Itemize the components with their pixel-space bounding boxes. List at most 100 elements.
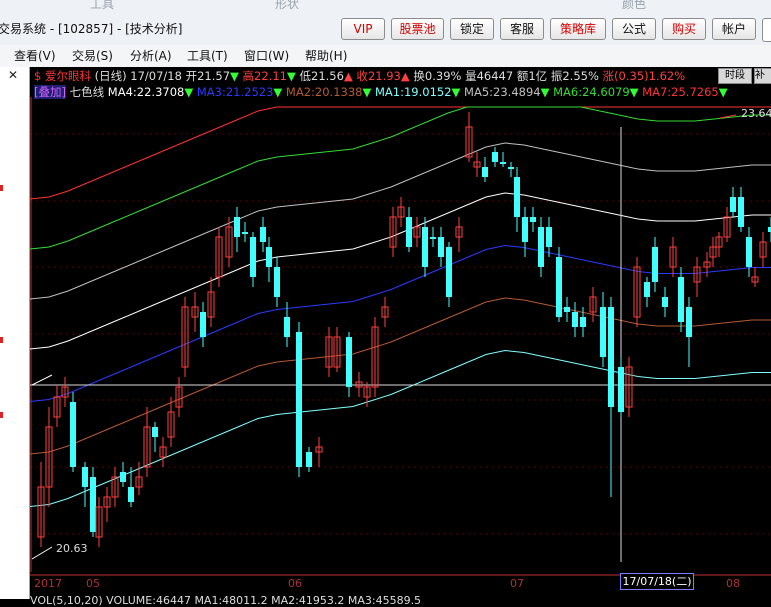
- candle-body-down: [746, 237, 752, 267]
- title-bar: 工具 形状 颜色 交易系统 - [102857] - [技术分析] VIP 股票…: [0, 0, 771, 46]
- ghost-label-color: 颜色: [622, 0, 647, 11]
- candle-body-down: [438, 237, 444, 257]
- service-button[interactable]: 客服: [500, 18, 544, 40]
- account-button[interactable]: 帐户: [712, 18, 756, 40]
- candle-body-down: [306, 452, 312, 467]
- candle-body-down: [608, 307, 614, 407]
- candle-body-down: [250, 237, 256, 277]
- candle-body-down: [430, 237, 436, 239]
- x-label-year: 2017: [34, 577, 62, 590]
- ghost-label-tools: 工具: [90, 0, 115, 11]
- menu-analysis[interactable]: 分析(A): [130, 47, 172, 64]
- time-range-button[interactable]: 时段: [718, 68, 752, 84]
- candle-body-down: [422, 227, 428, 267]
- candle-body-down: [120, 472, 126, 482]
- menu-trade[interactable]: 交易(S): [72, 47, 113, 64]
- candle-body-down: [82, 467, 88, 487]
- volume-indicator-line: VOL(5,10,20) VOLUME:46447 MA1:48011.2 MA…: [30, 594, 422, 607]
- window-title: 交易系统 - [102857] - [技术分析]: [0, 22, 183, 36]
- candle-body-down: [580, 317, 586, 327]
- buy-button[interactable]: 购买: [662, 18, 706, 40]
- candle-body-down: [284, 317, 290, 337]
- kline-chart[interactable]: $ 爱尔眼科 (日线) 17/07/18 开21.57▼ 高22.11▼ 低21…: [30, 67, 771, 607]
- ma3-value: MA3:21.2523: [196, 85, 274, 99]
- candle-body-down: [530, 217, 536, 222]
- candle-body-down: [546, 227, 552, 247]
- candle-body-down: [242, 232, 248, 234]
- candle-body-down: [482, 167, 488, 177]
- ma1-value: MA1:19.0152: [374, 85, 452, 99]
- stock-open: 开21.57: [185, 69, 231, 83]
- stock-low: 低21.56: [299, 69, 344, 83]
- overlay-tag[interactable]: [叠加]: [34, 85, 66, 99]
- candle-body-down: [686, 307, 692, 337]
- lock-button[interactable]: 锁定: [450, 18, 494, 40]
- x-label-aug: 08: [726, 577, 740, 590]
- formula-button[interactable]: 公式: [612, 18, 656, 40]
- stock-date: 17/07/18: [130, 69, 182, 83]
- stock-name: 爱尔眼科: [44, 69, 91, 83]
- candle-body-down: [678, 277, 684, 322]
- candle-body-down: [652, 247, 658, 282]
- menu-view[interactable]: 查看(V): [14, 47, 56, 64]
- candle-body-down: [514, 177, 520, 217]
- left-marker: [0, 185, 3, 191]
- candle-body-down: [152, 427, 158, 437]
- menu-tools[interactable]: 工具(T): [187, 47, 228, 64]
- x-label-july: 07: [510, 577, 524, 590]
- stock-turnover: 换0.39%: [413, 69, 462, 83]
- candle-body-down: [346, 337, 352, 387]
- stock-pool-button[interactable]: 股票池: [391, 18, 444, 40]
- candle-body-down: [564, 307, 570, 312]
- ma6-line: [30, 106, 771, 250]
- low-marker: [31, 546, 53, 560]
- ma7-value: MA7:25.7265: [642, 85, 719, 99]
- candle-body-down: [662, 297, 668, 307]
- candle-body-down: [644, 282, 650, 297]
- vip-button[interactable]: VIP: [341, 18, 385, 40]
- candle-body-down: [260, 227, 266, 242]
- ma1-line: [30, 349, 771, 507]
- menu-help[interactable]: 帮助(H): [305, 47, 347, 64]
- ma2-line: [30, 297, 771, 455]
- ghost-label-shape: 形状: [275, 0, 300, 11]
- candle-body-down: [70, 402, 76, 467]
- candle-body-down: [90, 477, 96, 532]
- candle-body-down: [492, 152, 498, 162]
- stock-change: 涨(0.35)1.62%: [602, 69, 686, 83]
- candle-body-down: [274, 267, 280, 297]
- candle-body-down: [738, 197, 744, 227]
- toolbar-overflow[interactable]: [762, 18, 771, 42]
- stock-close: 收21.93: [356, 69, 401, 83]
- x-label-june: 06: [288, 577, 302, 590]
- candle-body-down: [730, 197, 736, 212]
- candle-body-down: [572, 312, 578, 327]
- ma6-value: MA6:24.6079: [553, 85, 630, 99]
- candle-body-down: [508, 167, 514, 169]
- close-icon[interactable]: ✕: [8, 68, 18, 82]
- candle-body-down: [200, 312, 206, 337]
- ref-marker: [31, 374, 53, 386]
- indicator-line: [叠加] 七色线 MA4:22.3708▼ MA3:21.2523▼ MA2:2…: [34, 85, 728, 99]
- candle-body-down: [556, 257, 562, 317]
- x-label-may: 05: [86, 577, 100, 590]
- left-marker: [0, 337, 3, 343]
- menu-bar: 查看(V) 交易(S) 分析(A) 工具(T) 窗口(W) 帮助(H): [0, 45, 771, 68]
- candle-body-down: [128, 487, 134, 502]
- strategy-button[interactable]: 策略库: [550, 18, 606, 40]
- stock-amount: 额1亿: [516, 69, 548, 83]
- stock-info-line: $ 爱尔眼科 (日线) 17/07/18 开21.57▼ 高22.11▼ 低21…: [34, 69, 686, 83]
- candle-body-down: [406, 217, 412, 247]
- candle-body-down: [600, 307, 606, 357]
- left-panel: ✕: [0, 67, 30, 599]
- indicator-name: 七色线: [69, 85, 105, 99]
- more-button[interactable]: 补: [754, 68, 771, 84]
- candle-body-down: [266, 247, 272, 267]
- candle-body-down: [522, 217, 528, 242]
- ma5-value: MA5:23.4894: [464, 85, 541, 99]
- candle-body-down: [234, 217, 240, 237]
- stock-high: 高22.11: [242, 69, 287, 83]
- kline-canvas[interactable]: [30, 67, 771, 599]
- candle-body-down: [296, 332, 302, 467]
- menu-window[interactable]: 窗口(W): [244, 47, 289, 64]
